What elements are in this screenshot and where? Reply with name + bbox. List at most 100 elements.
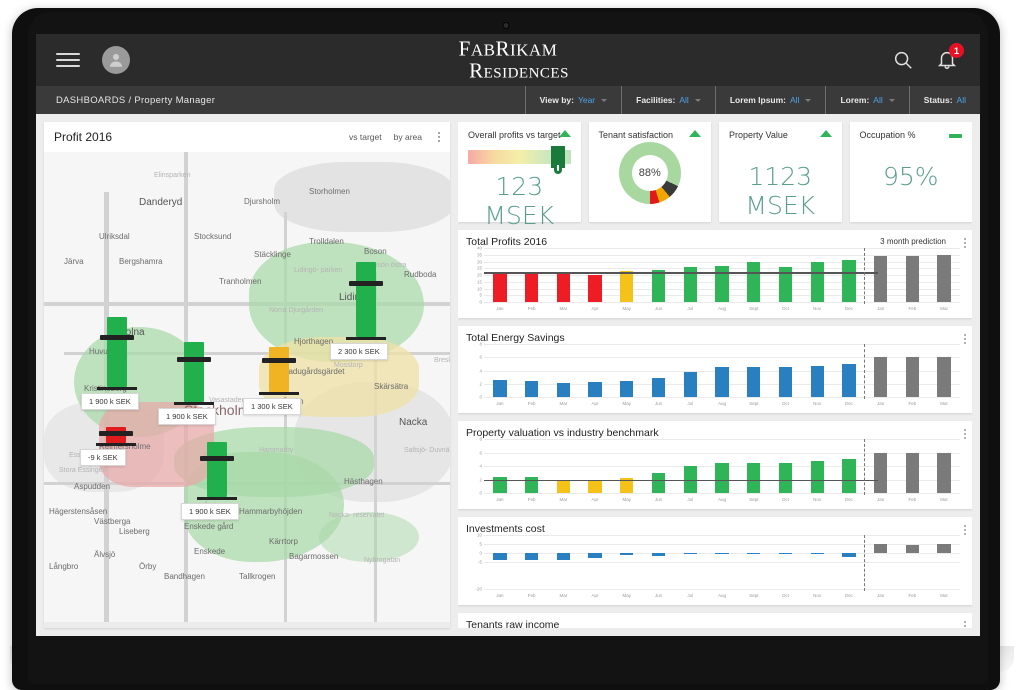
bar-Jan[interactable] [493,380,507,397]
notification-bell-icon[interactable]: 1 [936,43,964,71]
prediction-bar-Mar[interactable] [937,357,951,397]
bar-Feb[interactable] [524,553,539,561]
map-marker[interactable]: 1 900 k SEK [81,317,139,410]
map-marker[interactable]: 1 300 k SEK [243,347,301,415]
bar-Jul[interactable] [683,553,697,554]
kpi-card-1[interactable]: Tenant satisfaction 88% [588,122,711,222]
trend-up-icon [558,130,571,137]
y-axis-tick: 8 [479,341,482,347]
bar-Mar[interactable] [556,553,570,561]
bar-Aug[interactable] [715,367,729,397]
bar-Mar[interactable] [556,479,570,493]
prediction-bar-Feb[interactable] [905,357,920,397]
bar-Feb[interactable] [524,274,539,302]
x-axis-tick: Oct [781,306,789,311]
kpi-row: Overall profits vs target 123 MSEK Tenant … [458,122,972,230]
more-options-icon[interactable] [964,429,966,439]
filter-facilities[interactable]: Facilities: All [621,86,715,114]
bar-Nov[interactable] [810,461,824,493]
prediction-bar-Jan[interactable] [874,256,888,302]
more-options-icon[interactable] [964,621,966,628]
chart-card-1[interactable]: Total Energy Savings 0 2 4 6 8 Jan Feb Mar Apr May… [458,326,972,413]
bar-Jan[interactable] [493,553,507,561]
map-marker[interactable]: 1 900 k SEK [181,442,239,520]
prediction-bar-Feb[interactable] [905,544,920,553]
bar-Dec[interactable] [842,553,856,557]
bar-Nov[interactable] [810,553,824,554]
profit-map[interactable]: Elinsparken Danderyd Djursholm Storholmen Ul… [44,152,450,628]
chart-card-3[interactable]: Investments cost 10 5 0 -5 -20 Jan Feb Mar Apr May… [458,517,972,605]
bar-Nov[interactable] [810,261,824,302]
filter-bar: DASHBOARDS / Property Manager View by: Ye… [36,86,980,114]
chart-card-2[interactable]: Property valuation vs industry benchmark… [458,421,972,509]
bar-Jan[interactable] [493,274,507,302]
bar-Sept[interactable] [747,261,761,302]
bar-May[interactable] [620,381,634,397]
map-place-label: Bergshamra [119,257,163,266]
prediction-bar-Feb[interactable] [905,256,920,302]
bar-Oct[interactable] [778,553,793,555]
bar-Apr[interactable] [588,275,602,302]
bar-Dec[interactable] [842,459,856,493]
y-axis-tick: 6 [479,450,482,455]
prediction-bar-Jan[interactable] [874,452,888,493]
x-axis-tick: Jan [877,497,885,502]
prediction-bar-Jan[interactable] [874,357,888,397]
target-line [484,272,879,274]
filter-loremipsum[interactable]: Lorem Ipsum: All [714,86,826,114]
bar-Sept[interactable] [747,553,761,555]
more-options-icon[interactable] [434,132,440,142]
option-vs-target[interactable]: vs target [349,132,382,142]
user-avatar-icon[interactable] [102,46,130,74]
bar-May[interactable] [620,553,634,556]
hamburger-icon[interactable] [56,49,80,71]
marker-cap [262,358,296,363]
bar-Sept[interactable] [747,462,761,493]
chart-card-0[interactable]: Total Profits 2016 3 month prediction 0 5 10… [458,230,972,318]
bar-Aug[interactable] [715,265,729,302]
bar-Jun[interactable] [651,269,666,302]
search-icon[interactable] [892,49,914,71]
bar-Apr[interactable] [588,479,602,493]
bar-Apr[interactable] [588,553,602,558]
filter-viewby[interactable]: View by: Year [524,86,622,114]
bar-Mar[interactable] [556,273,570,302]
kpi-card-0[interactable]: Overall profits vs target 123 MSEK [458,122,581,230]
option-by-area[interactable]: by area [394,132,422,142]
bar-Feb[interactable] [524,381,539,397]
bar-Mar[interactable] [556,383,570,397]
bar-May[interactable] [620,270,634,302]
bar-Nov[interactable] [810,365,824,397]
x-axis-tick: Jan [877,306,885,311]
bar-Jun[interactable] [651,472,666,493]
prediction-bar-Mar[interactable] [937,452,951,493]
more-options-icon[interactable] [964,525,966,535]
bar-Aug[interactable] [715,462,729,493]
prediction-bar-Feb[interactable] [905,452,920,493]
bar-Apr[interactable] [588,382,602,397]
more-options-icon[interactable] [964,334,966,344]
kpi-card-2[interactable]: Property Value 1123 MSEK [719,122,842,222]
bar-Jun[interactable] [651,377,666,397]
bar-Aug[interactable] [715,553,729,555]
prediction-bar-Jan[interactable] [874,544,888,553]
bar-Dec[interactable] [842,363,856,397]
bar-Jun[interactable] [651,553,666,556]
bar-Oct[interactable] [778,367,793,397]
more-options-icon[interactable] [964,238,966,248]
bar-Sept[interactable] [747,367,761,397]
kpi-card-3[interactable]: Occupation % 95% [849,122,972,222]
map-marker[interactable]: 1 900 k SEK [158,342,216,425]
prediction-bar-Mar[interactable] [937,544,951,553]
map-marker[interactable]: 2 300 k SEK [330,262,388,360]
chart-card-4[interactable]: Tenants raw income02040JanFebMarAprMayJu… [458,613,972,628]
map-place-label: Stocksund [194,232,232,241]
bar-Oct[interactable] [778,462,793,493]
bar-Dec[interactable] [842,260,856,302]
filter-lorem[interactable]: Lorem: All [825,86,908,114]
bar-Jul[interactable] [683,371,697,397]
breadcrumb[interactable]: DASHBOARDS / Property Manager [56,95,215,106]
prediction-bar-Mar[interactable] [937,254,951,302]
filter-status[interactable]: Status: All [908,86,980,114]
map-marker[interactable]: -9 k SEK [80,427,136,466]
